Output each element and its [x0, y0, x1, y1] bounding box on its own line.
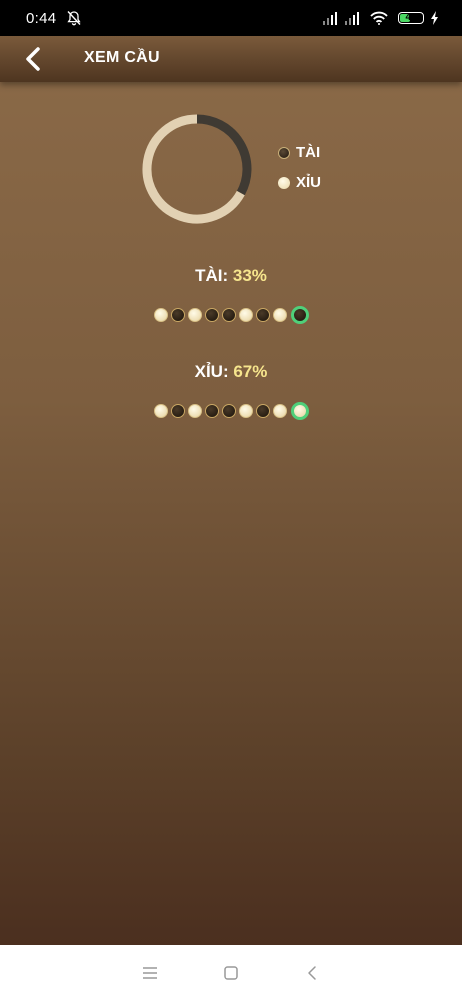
- tai-stat: TÀI: 33%: [0, 266, 462, 286]
- tai-sequence-dot-tai: [170, 308, 185, 322]
- back-button[interactable]: [18, 44, 48, 74]
- legend-tai: TÀI: [278, 144, 320, 161]
- xiu-stat-label: XỈU:: [194, 362, 229, 381]
- system-nav-bar: [0, 945, 462, 1000]
- xiu-sequence-dot-tai: [255, 404, 270, 418]
- xiu-sequence-dot-tai: [204, 404, 219, 418]
- donut-slice-tai: [196, 114, 252, 196]
- wifi-icon: [370, 11, 388, 25]
- tai-sequence: [0, 306, 462, 324]
- tai-sequence-dot-tai: [221, 308, 236, 322]
- xiu-sequence-dot-xiu: [187, 404, 202, 418]
- app-screen: XEM CẦU TÀI XỈU TÀI: 33% XỈU: 67%: [0, 36, 462, 945]
- legend-xiu-swatch: [278, 176, 290, 189]
- xiu-sequence-dot-xiu: [153, 404, 168, 418]
- xiu-sequence: [0, 402, 462, 420]
- xiu-stat: XỈU: 67%: [0, 362, 462, 382]
- home-square-icon: [224, 965, 238, 980]
- signal-icon: [323, 12, 337, 25]
- home-button[interactable]: [221, 963, 241, 983]
- xiu-sequence-dot-xiu: [238, 404, 253, 418]
- signal-icon: [345, 12, 359, 25]
- legend-tai-swatch: [278, 146, 290, 159]
- status-time: 0:44: [26, 9, 57, 27]
- page-title: XEM CẦU: [84, 49, 160, 66]
- tai-sequence-dot-xiu: [272, 308, 287, 322]
- tai-sequence-dot-tai: [290, 306, 309, 324]
- tai-sequence-dot-xiu: [187, 308, 202, 322]
- header-bar: XEM CẦU: [0, 36, 462, 82]
- legend-xiu: XỈU: [278, 174, 321, 191]
- xiu-sequence-dot-xiu: [272, 404, 287, 418]
- charging-icon: [431, 11, 438, 25]
- menu-icon: [143, 966, 158, 979]
- xiu-sequence-dot-tai: [221, 404, 236, 418]
- xiu-sequence-dot-xiu: [290, 402, 309, 420]
- bell-off-icon: [67, 11, 82, 26]
- xiu-stat-percent: 67%: [233, 362, 268, 381]
- xiu-sequence-dot-tai: [170, 404, 185, 418]
- menu-button[interactable]: [140, 963, 160, 983]
- tai-sequence-dot-tai: [255, 308, 270, 322]
- tai-stat-percent: 33%: [232, 266, 267, 285]
- legend-xiu-label: XỈU: [296, 174, 322, 191]
- tai-sequence-dot-xiu: [153, 308, 168, 322]
- chevron-left-icon: [26, 47, 40, 71]
- system-back-button[interactable]: [302, 963, 322, 983]
- legend-tai-label: TÀI: [296, 144, 321, 161]
- back-triangle-icon: [307, 965, 316, 980]
- tai-stat-label: TÀI:: [195, 266, 229, 285]
- battery-icon: 48: [398, 12, 424, 24]
- battery-level: 48: [405, 12, 417, 23]
- tai-sequence-dot-xiu: [238, 308, 253, 322]
- donut-chart: [142, 114, 252, 224]
- status-bar: 0:44 48: [0, 0, 462, 36]
- tai-sequence-dot-tai: [204, 308, 219, 322]
